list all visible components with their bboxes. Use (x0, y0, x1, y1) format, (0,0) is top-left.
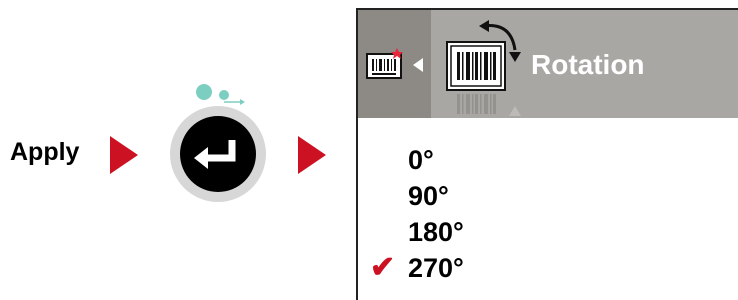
option-270[interactable]: ✔ 270° (370, 250, 464, 286)
display-header: Rotation (358, 10, 738, 118)
rotation-options: 0° 90° 180° ✔ 270° (370, 142, 464, 286)
barcode-rotate-icon (446, 20, 521, 116)
option-label: 0° (408, 145, 434, 175)
enter-icon (194, 140, 236, 169)
menu-title: Rotation (531, 49, 645, 80)
printer-display: Rotation 0° 90° 180° ✔ 270° (356, 8, 738, 300)
back-arrow-icon (413, 58, 423, 72)
arrow-right-icon (298, 136, 326, 174)
option-0[interactable]: 0° (408, 142, 464, 178)
option-180[interactable]: 180° (408, 214, 464, 250)
option-label: 90° (408, 181, 449, 211)
check-icon: ✔ (370, 251, 396, 284)
arrow-right-icon (110, 136, 138, 174)
apply-label: Apply (10, 138, 80, 166)
label-print-icon (366, 48, 403, 79)
previous-menu-area[interactable] (358, 10, 431, 118)
option-label: 270° (408, 253, 464, 283)
option-90[interactable]: 90° (408, 178, 464, 214)
indicator-dots-icon (196, 84, 245, 105)
enter-button[interactable] (170, 106, 266, 202)
option-label: 180° (408, 217, 464, 247)
